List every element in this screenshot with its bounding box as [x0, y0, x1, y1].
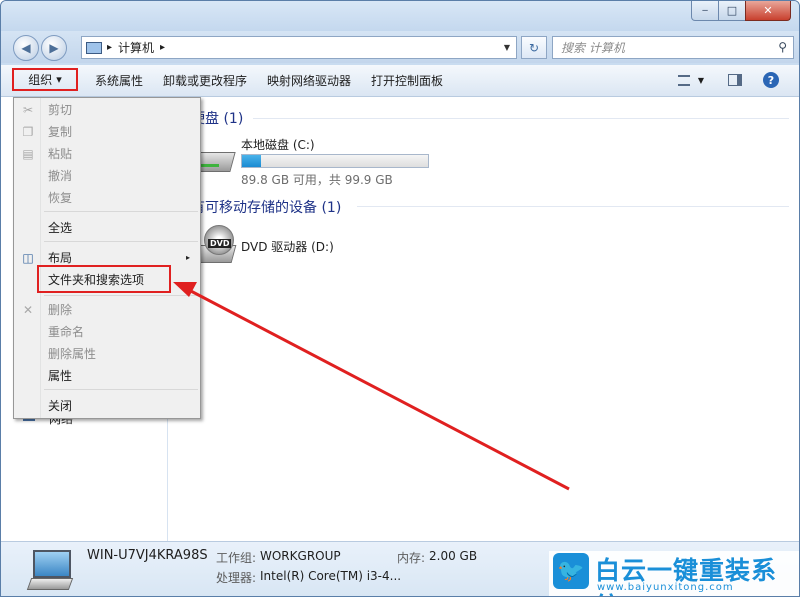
annotation-arrow-line [186, 287, 570, 491]
bird-logo-icon: 🐦 [553, 553, 589, 589]
workgroup-label: 工作组: [216, 551, 257, 565]
watermark-url: www.baiyunxitong.com [597, 582, 734, 593]
memory-label: 内存: [397, 551, 426, 565]
computer-name: WIN-U7VJ4KRA98S [87, 548, 208, 563]
processor-label: 处理器: [216, 571, 257, 585]
watermark: 🐦 白云一键重装系统 www.baiyunxitong.com [549, 551, 799, 596]
workgroup-value: WORKGROUP [260, 549, 341, 563]
processor-value: Intel(R) Core(TM) i3-4... [260, 569, 402, 583]
explorer-window: ‒ □ ✕ ◀ ▶ ▸ 计算机 ▸ ▼ ↻ 搜索 计算机 ⚲ 组织 ▾ 系统属性… [0, 0, 800, 597]
computer-icon [26, 550, 74, 590]
memory-value: 2.00 GB [429, 549, 478, 563]
annotation-arrow-head [173, 282, 197, 297]
annotation-arrow [173, 282, 570, 491]
